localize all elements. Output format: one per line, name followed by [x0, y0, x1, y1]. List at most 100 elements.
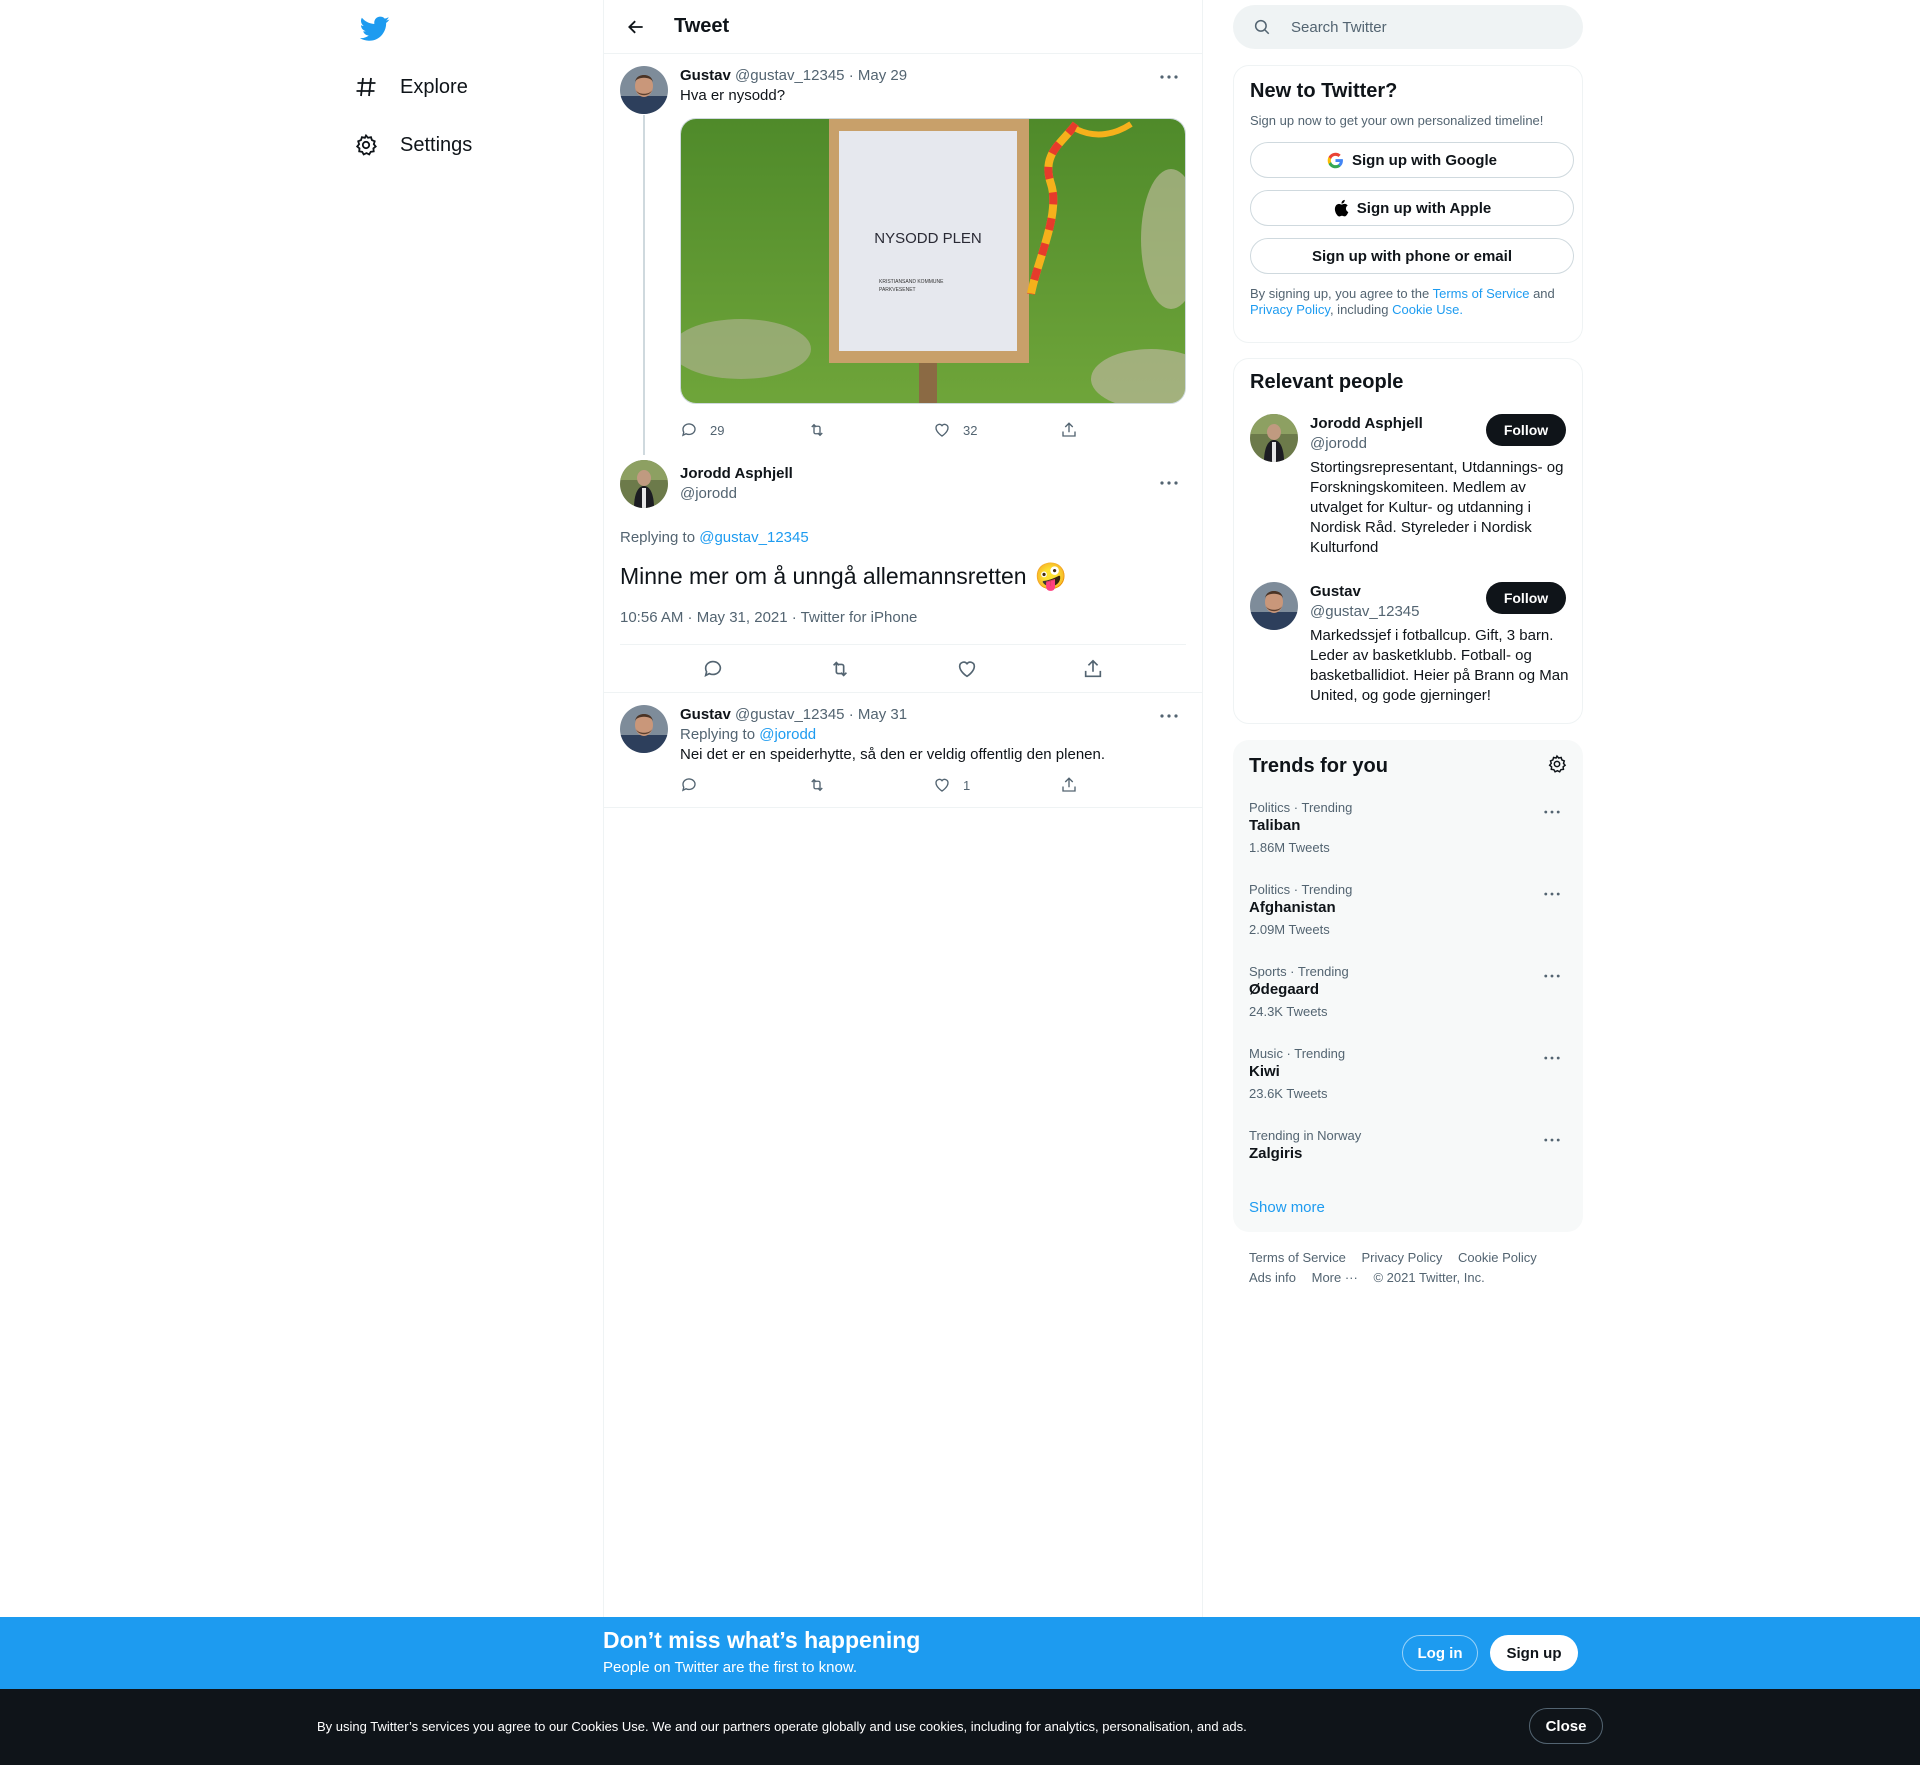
more-options-icon[interactable]	[1152, 66, 1186, 88]
nav-item-settings[interactable]: Settings	[352, 125, 472, 165]
legal-text-1: By signing up, you agree to the	[1250, 286, 1430, 301]
avatar[interactable]	[620, 705, 668, 753]
trend-count: 2.09M Tweets	[1249, 922, 1330, 937]
signup-subtitle: Sign up now to get your own personalized…	[1250, 113, 1544, 128]
trend-count: 23.6K Tweets	[1249, 1086, 1328, 1101]
footer-link[interactable]: Ads info	[1249, 1268, 1296, 1288]
trend-item[interactable]: Sports · Trending Ødegaard 24.3K Tweets	[1249, 944, 1567, 1026]
cookie-link[interactable]: Cookie Use.	[1392, 302, 1463, 317]
replying-to-link[interactable]: @gustav_12345	[699, 529, 808, 546]
trend-name: Kiwi	[1249, 1063, 1280, 1080]
replying-to-link[interactable]: @jorodd	[759, 726, 816, 743]
signup-phone-button[interactable]: Sign up with phone or email	[1250, 238, 1574, 274]
like-button[interactable]: 1	[933, 776, 1060, 794]
retweet-icon	[810, 778, 823, 792]
thread-tweet[interactable]: Gustav @gustav_12345 · May 29 Hva er nys…	[604, 54, 1202, 448]
trend-category: Music · Trending	[1249, 1046, 1346, 1061]
trend-category: Politics · Trending	[1249, 800, 1353, 815]
follow-button[interactable]: Follow	[1486, 414, 1566, 446]
cookie-close-button[interactable]: Close	[1529, 1708, 1603, 1744]
reply-button[interactable]	[680, 776, 807, 794]
reply-button[interactable]	[702, 658, 724, 680]
share-button[interactable]	[1060, 776, 1187, 794]
retweet-button[interactable]	[828, 658, 852, 680]
person-item[interactable]: Follow Gustav @gustav_12345 Markedssjef …	[1250, 582, 1569, 706]
author-name[interactable]: Gustav	[680, 67, 731, 84]
trends-header: Trends for you	[1249, 752, 1567, 780]
trend-name: Zalgiris	[1249, 1145, 1303, 1162]
main-header: Tweet	[604, 0, 1202, 54]
more-options-icon[interactable]	[1537, 1048, 1567, 1068]
trend-item[interactable]: Music · Trending Kiwi 23.6K Tweets	[1249, 1026, 1567, 1108]
share-button[interactable]	[1060, 421, 1187, 439]
more-options-icon[interactable]	[1537, 884, 1567, 904]
trend-item[interactable]: Politics · Trending Taliban 1.86M Tweets	[1249, 780, 1567, 862]
avatar[interactable]	[620, 66, 668, 114]
like-count: 32	[963, 422, 978, 438]
footer-link[interactable]: Cookie Policy	[1458, 1248, 1537, 1268]
tweet-actions: 29 32	[680, 412, 1186, 448]
signup-apple-button[interactable]: Sign up with Apple	[1250, 190, 1574, 226]
avatar[interactable]	[1250, 414, 1298, 462]
follow-button[interactable]: Follow	[1486, 582, 1566, 614]
nav-label-explore: Explore	[400, 75, 468, 98]
terms-link[interactable]: Terms of Service	[1433, 286, 1530, 301]
footer-link[interactable]: More ···	[1312, 1268, 1358, 1288]
author-name[interactable]: Gustav	[680, 706, 731, 723]
tweet-date[interactable]: · May 29	[849, 67, 907, 84]
more-options-icon[interactable]	[1152, 705, 1186, 727]
privacy-link[interactable]: Privacy Policy	[1250, 302, 1330, 317]
image-sign-text: NYSODD PLEN	[874, 230, 982, 247]
focal-tweet-text: Minne mer om å unngå allemannsretten 🤪	[620, 560, 1186, 592]
avatar[interactable]	[620, 460, 668, 508]
tweet-meta: Gustav @gustav_12345 · May 29	[680, 66, 1186, 86]
tweet-actions: 1	[680, 767, 1186, 803]
tweet-image[interactable]: NYSODD PLEN KRISTIANSAND KOMMUNE PARKVES…	[680, 118, 1186, 404]
more-options-icon[interactable]	[1537, 802, 1567, 822]
replying-to: Replying to @jorodd	[680, 725, 1186, 745]
legal-text-2: and	[1533, 286, 1555, 301]
back-button[interactable]	[618, 9, 654, 45]
banner-title: Don’t miss what’s happening	[603, 1627, 921, 1653]
like-button[interactable]: 32	[933, 421, 1060, 439]
hashtag-icon	[352, 73, 380, 101]
footer-link[interactable]: Terms of Service	[1249, 1248, 1346, 1268]
trend-item[interactable]: Politics · Trending Afghanistan 2.09M Tw…	[1249, 862, 1567, 944]
person-bio: Markedssjef i fotballcup. Gift, 3 barn. …	[1310, 627, 1569, 704]
signup-button[interactable]: Sign up	[1490, 1635, 1578, 1671]
author-handle[interactable]: @jorodd	[680, 484, 1186, 504]
signup-google-label: Sign up with Google	[1352, 151, 1497, 169]
avatar[interactable]	[1250, 582, 1298, 630]
trends-settings-gear-icon[interactable]	[1547, 754, 1567, 779]
retweet-button[interactable]	[807, 776, 934, 794]
more-options-icon[interactable]	[1537, 966, 1567, 986]
like-button[interactable]	[956, 658, 978, 680]
author-handle[interactable]: @gustav_12345	[735, 706, 844, 723]
twitter-logo-icon[interactable]	[352, 12, 392, 46]
share-button[interactable]	[1082, 658, 1104, 680]
trends-title: Trends for you	[1249, 754, 1388, 777]
tweet-date[interactable]: · May 31	[849, 706, 907, 723]
heart-icon	[958, 660, 976, 677]
signup-title: New to Twitter?	[1250, 80, 1398, 102]
more-options-icon[interactable]	[1537, 1130, 1567, 1150]
tweet-meta: Gustav @gustav_12345 · May 31	[680, 705, 1186, 725]
search-input[interactable]	[1291, 18, 1541, 36]
show-more-link[interactable]: Show more	[1249, 1199, 1325, 1216]
search-box[interactable]	[1233, 5, 1583, 49]
nav-item-explore[interactable]: Explore	[352, 67, 468, 107]
more-options-icon[interactable]	[1152, 472, 1186, 494]
footer-link[interactable]: Privacy Policy	[1361, 1248, 1442, 1268]
login-button[interactable]: Log in	[1402, 1635, 1478, 1671]
author-handle[interactable]: @gustav_12345	[735, 67, 844, 84]
signup-google-button[interactable]: Sign up with Google	[1250, 142, 1574, 178]
retweet-button[interactable]	[807, 421, 934, 439]
reply-button[interactable]: 29	[680, 421, 807, 439]
author-name[interactable]: Jorodd Asphjell	[680, 464, 1186, 484]
reply-tweet[interactable]: Gustav @gustav_12345 · May 31 Replying t…	[604, 692, 1202, 808]
person-item[interactable]: Follow Jorodd Asphjell @jorodd Stortings…	[1250, 414, 1566, 558]
signup-phone-label: Sign up with phone or email	[1311, 247, 1512, 265]
nav-label-settings: Settings	[400, 133, 473, 156]
trend-item[interactable]: Trending in Norway Zalgiris	[1249, 1108, 1567, 1190]
focal-timestamp[interactable]: 10:56 AM · May 31, 2021 · Twitter for iP…	[620, 608, 1186, 628]
